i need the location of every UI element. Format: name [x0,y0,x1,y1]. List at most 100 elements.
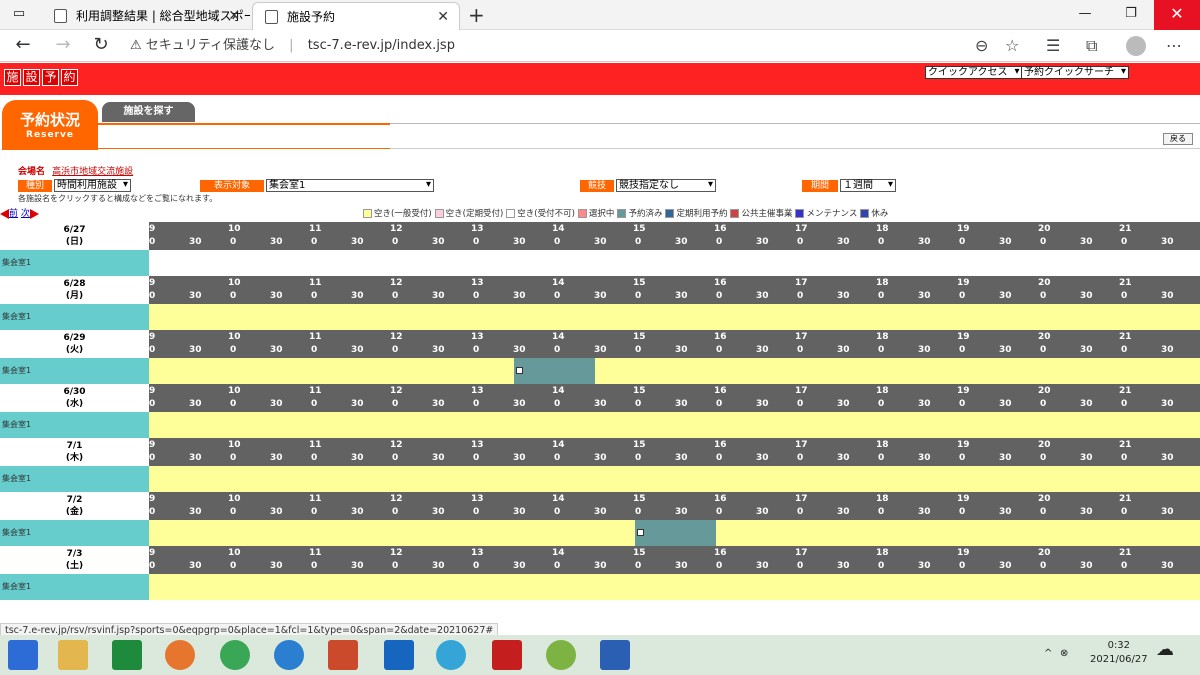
close-tab-icon[interactable]: ✕ [228,2,240,30]
time-slots[interactable] [149,412,1200,438]
half-label: 0 [392,561,399,571]
half-label: 30 [351,561,364,571]
next-arrow-icon[interactable] [29,208,39,219]
facility-name[interactable]: 集会室1 [0,358,149,384]
app-icon[interactable] [165,640,195,670]
day-header: 6/30 (水) 9 0 30 10 0 30 11 0 30 12 0 30 13 0 30 14 0 30 15 0 3… [0,384,1200,412]
half-label: 0 [635,453,642,463]
avatar[interactable] [1126,36,1146,56]
prev-arrow-icon[interactable] [0,208,9,219]
site-logo[interactable]: 施 設 予 約 [4,69,78,86]
hour-label: 21 [1119,548,1132,558]
quick-access-select[interactable]: クイックアクセス [925,66,1023,79]
close-window-icon[interactable]: ✕ [1154,0,1200,30]
quick-search-select[interactable]: 予約クイックサーチ [1021,66,1129,79]
collections-icon[interactable]: ⧉ [1086,36,1097,56]
security-app-icon[interactable] [328,640,358,670]
refresh-icon[interactable]: ↻ [88,34,114,55]
prev-link[interactable]: 前 [9,209,18,219]
sport-select[interactable]: 競技指定なし [616,179,716,192]
facility-name[interactable]: 集会室1 [0,250,149,276]
half-label: 0 [392,345,399,355]
tray-chevron-icon[interactable]: ^ [1044,647,1052,661]
half-label: 30 [837,561,850,571]
legend-item: 空き(定期受付) [434,207,503,219]
next-link[interactable]: 次 [21,209,30,219]
target-select[interactable]: 集会室1 [266,179,434,192]
time-slots[interactable] [149,466,1200,492]
chrome-icon[interactable] [220,640,250,670]
half-label: 30 [189,507,202,517]
facility-name[interactable]: 集会室1 [0,574,149,600]
half-label: 0 [230,291,237,301]
half-label: 30 [189,237,202,247]
back-icon[interactable]: ← [10,34,36,55]
tab-2[interactable]: 施設予約 ✕ [252,2,460,30]
weather-icon[interactable]: ☁ [1156,641,1174,659]
tab-search-facility[interactable]: 施設を探す [102,102,195,122]
mcafee-icon[interactable] [492,640,522,670]
close-tab-icon[interactable]: ✕ [437,3,449,30]
hour-label: 9 [149,440,156,450]
venue-link[interactable]: 高浜市地域交流施設 [52,167,133,177]
tab-actions-icon[interactable]: ▭ [0,0,38,30]
half-label: 30 [594,345,607,355]
hour-label: 10 [228,224,241,234]
legend-item: 選択中 [577,207,614,219]
tab-reserve[interactable]: 予約状況 Reserve [2,100,98,150]
booked-slot[interactable] [513,358,595,384]
forward-icon[interactable]: → [50,34,76,55]
favorites-icon[interactable]: ☰ [1046,36,1060,55]
facility-name[interactable]: 集会室1 [0,304,149,330]
word-icon[interactable] [600,640,630,670]
url-field[interactable]: ⚠ セキュリティ保護なし | tsc-7.e-rev.jp/index.jsp [130,33,1000,59]
tray-status-icon[interactable]: ⊗ [1060,647,1068,661]
half-label: 0 [959,399,966,409]
hour-label: 19 [957,224,970,234]
new-tab-icon[interactable]: + [468,3,485,27]
edge-icon[interactable] [436,640,466,670]
hour-label: 17 [795,494,808,504]
zoom-icon[interactable]: ⊖ [975,36,988,55]
time-slots[interactable] [149,574,1200,600]
day-header: 6/28 (月) 9 0 30 10 0 30 11 0 30 12 0 30 13 0 30 14 0 30 15 0 3… [0,276,1200,304]
tab-1[interactable]: 利用調整結果 | 総合型地域スポー ✕ [42,2,250,30]
back-button[interactable]: 戻る [1163,133,1193,145]
half-label: 0 [1040,399,1047,409]
outlook-icon[interactable] [384,640,414,670]
clock[interactable]: 0:32 2021/06/27 [1090,639,1148,667]
period-select[interactable]: １週間 [840,179,896,192]
time-slots[interactable] [149,250,1200,276]
hour-label: 9 [149,494,156,504]
half-label: 30 [594,507,607,517]
legend-label: 空き(受付不可) [517,209,575,219]
half-label: 0 [149,507,156,517]
minimize-icon[interactable]: — [1062,0,1108,30]
hour-label: 15 [633,224,646,234]
type-select[interactable]: 時間利用施設 [54,179,131,192]
half-label: 0 [473,453,480,463]
facility-name[interactable]: 集会室1 [0,466,149,492]
half-label: 30 [756,507,769,517]
hour-label: 21 [1119,332,1132,342]
time-slots[interactable] [149,520,1200,546]
day-header: 6/27 (日) 9 0 30 10 0 30 11 0 30 12 0 30 13 0 30 14 0 30 15 0 3… [0,222,1200,250]
facility-name[interactable]: 集会室1 [0,412,149,438]
half-label: 30 [189,345,202,355]
hour-label: 15 [633,440,646,450]
green-app-icon[interactable] [546,640,576,670]
hour-label: 21 [1119,494,1132,504]
facility-name[interactable]: 集会室1 [0,520,149,546]
booked-slot[interactable] [635,520,716,546]
half-label: 30 [999,453,1012,463]
more-icon[interactable]: ⋯ [1166,36,1182,55]
store-icon[interactable] [112,640,142,670]
favorite-add-icon[interactable]: ☆ [1005,36,1019,55]
restore-icon[interactable]: ❐ [1108,0,1154,30]
time-slots[interactable] [149,358,1200,384]
half-label: 0 [230,345,237,355]
explorer-icon[interactable] [58,640,88,670]
time-slots[interactable] [149,304,1200,330]
start-icon[interactable] [8,640,38,670]
ie-icon[interactable] [274,640,304,670]
